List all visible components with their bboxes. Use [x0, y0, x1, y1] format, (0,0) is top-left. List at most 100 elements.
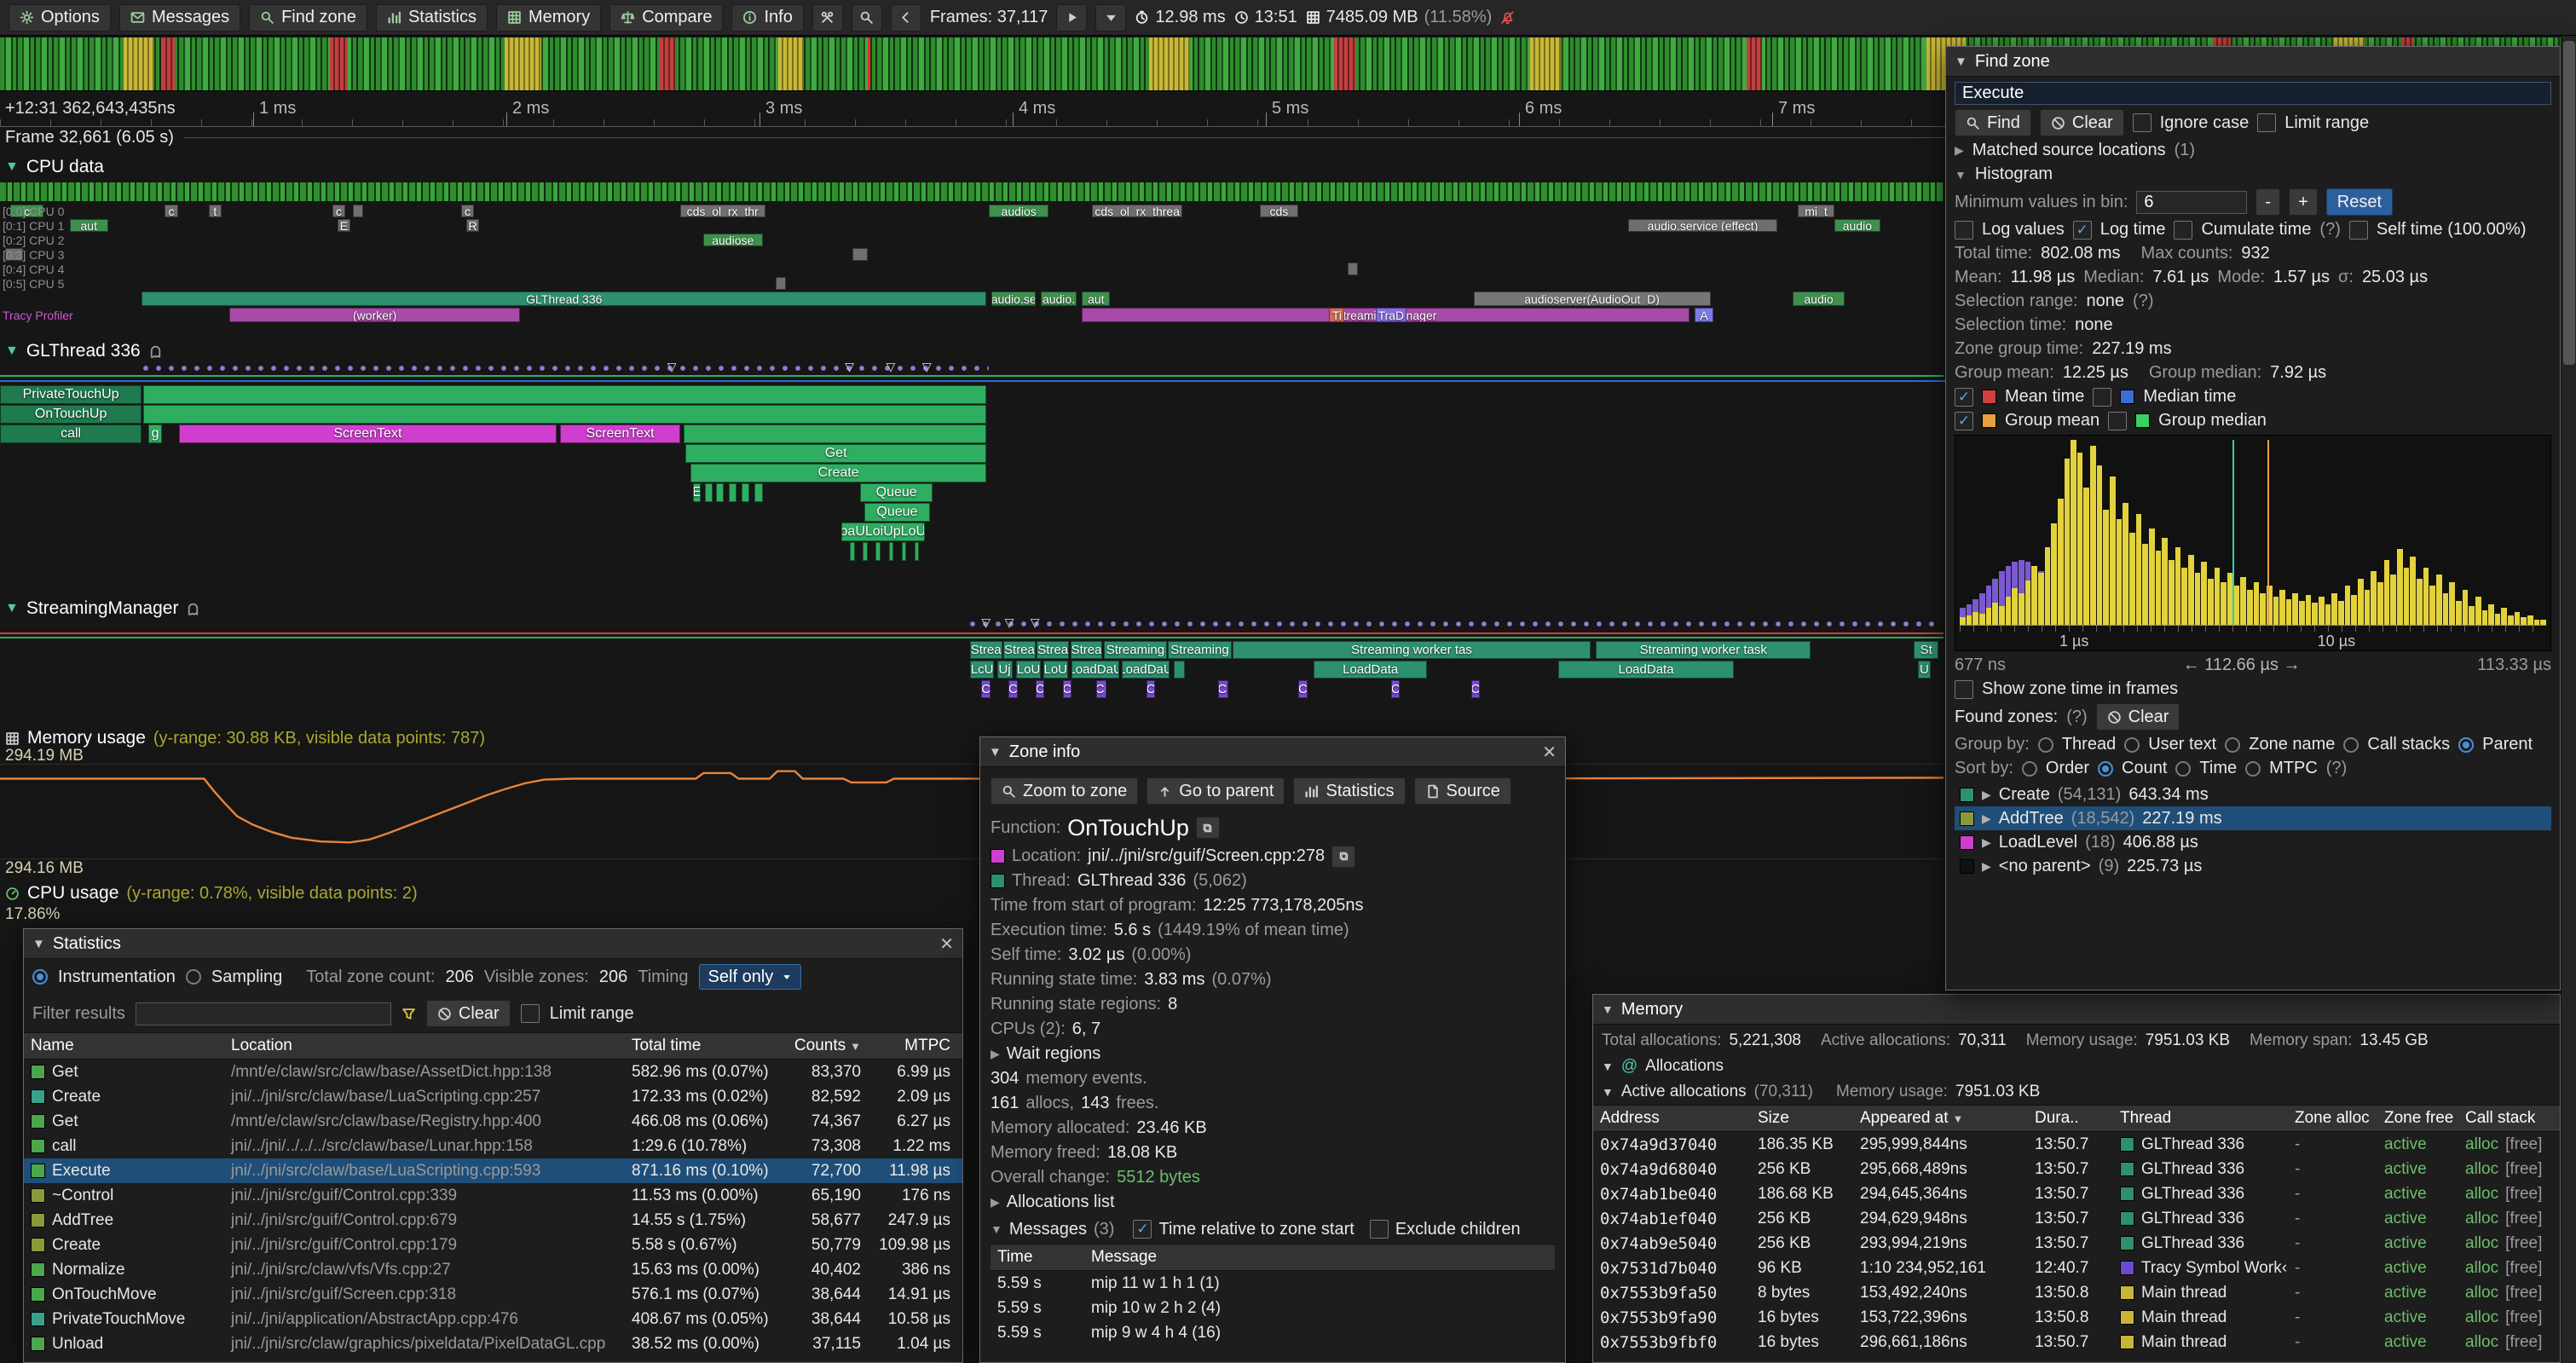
zone-bar[interactable] [852, 248, 868, 261]
zone-bar[interactable]: Streaming worker task [1596, 641, 1811, 659]
bin-minus-button[interactable]: - [2255, 188, 2280, 216]
next-frame-button[interactable] [1095, 4, 1126, 32]
frame-info-label[interactable]: Frame 32,661 (6.05 s) [5, 128, 174, 147]
column-header-location[interactable]: Location [224, 1037, 625, 1055]
group-by-radio-zone-name[interactable] [2225, 737, 2240, 753]
zone-bar[interactable]: Streaming [1168, 641, 1231, 659]
table-row[interactable]: calljni/../jni/../../../src/claw/base/Lu… [24, 1134, 962, 1158]
allocation-row[interactable]: 0x74ab1ef040256 KB294,629,948ns13:50.7GL… [1593, 1206, 2560, 1231]
free-link[interactable]: [free] [2505, 1308, 2542, 1327]
zone-bar[interactable] [863, 542, 867, 561]
zone-bar[interactable]: audio [1793, 292, 1844, 306]
expand-arrow-icon[interactable]: ▶ [1982, 788, 1991, 802]
go-to-parent-button[interactable]: Go to parent [1146, 777, 1285, 805]
collapse-arrow-icon[interactable]: ▼ [32, 937, 45, 951]
zone-bar[interactable] [684, 424, 986, 443]
help-icon[interactable]: (?) [2133, 292, 2153, 311]
min-bin-input[interactable] [2136, 191, 2247, 214]
copy-button[interactable] [1196, 817, 1220, 839]
median-time-checkbox[interactable] [2093, 388, 2111, 407]
column-header-appeared-at[interactable]: Appeared at▼ [1853, 1109, 2028, 1128]
zone-bar[interactable]: LoU [1016, 661, 1041, 679]
collapse-arrow-icon[interactable]: ▼ [989, 745, 1002, 759]
expand-arrow-icon[interactable]: ▶ [1982, 835, 1991, 850]
alloc-link[interactable]: alloc [2465, 1234, 2498, 1253]
free-link[interactable]: [free] [2505, 1135, 2542, 1154]
zone-bar[interactable]: C [981, 680, 991, 698]
sampling-radio[interactable] [186, 969, 201, 985]
sort-by-radio-order[interactable] [2022, 761, 2037, 777]
zone-bar[interactable]: LoadData [1314, 661, 1427, 679]
messages-button[interactable]: Messages [119, 4, 240, 32]
find-zone-button[interactable]: Find zone [249, 4, 367, 32]
column-header-counts[interactable]: Counts▼ [787, 1037, 868, 1055]
zone-bar[interactable]: cds [1260, 205, 1298, 217]
zone-bar[interactable]: mi_t [1798, 205, 1834, 217]
statistics-table-header[interactable]: NameLocationTotal timeCounts▼MTPC [24, 1032, 962, 1060]
memory-plot-header[interactable]: Memory usage (y-range: 30.88 KB, visible… [5, 728, 485, 748]
play-button[interactable] [1056, 4, 1087, 32]
zone-bar[interactable]: Ci [1096, 680, 1106, 698]
alloc-link[interactable]: alloc [2465, 1185, 2498, 1204]
location-path[interactable]: jni/../jni/src/guif/Screen.cpp:278 [1088, 846, 1325, 866]
expand-arrow-icon[interactable]: ▶ [1982, 859, 1991, 874]
column-header-mtpc[interactable]: MTPC [868, 1037, 957, 1055]
zone-bar[interactable]: St [1914, 641, 1938, 659]
cpu-plot-header[interactable]: CPU usage (y-range: 0.78%, visible data … [5, 883, 418, 904]
sort-by-radio-mtpc[interactable] [2245, 761, 2261, 777]
zone-bar[interactable]: g [148, 424, 163, 443]
memory-titlebar[interactable]: ▼ Memory [1593, 995, 2560, 1025]
alloc-link[interactable]: alloc [2465, 1210, 2498, 1228]
memory-table-header[interactable]: AddressSizeAppeared at▼Dura..ThreadZone … [1593, 1105, 2560, 1132]
free-link[interactable]: [free] [2505, 1284, 2542, 1302]
zone-statistics-button[interactable]: Statistics [1293, 777, 1405, 805]
found-zone-group[interactable]: ▶<no parent>(9)225.73 µs [1955, 854, 2551, 878]
zone-bar[interactable]: Streaming worker tas [1233, 641, 1591, 659]
find-clear-button[interactable]: Clear [2040, 109, 2124, 136]
zone-bar[interactable]: audio.se [991, 292, 1035, 306]
zone-bar[interactable]: Strea [1071, 641, 1103, 659]
message-row[interactable]: 5.59 smip 10 w 2 h 2 (4) [991, 1296, 1555, 1320]
allocation-row[interactable]: 0x74a9d68040256 KB295,668,489ns13:50.7GL… [1593, 1157, 2560, 1181]
zone-bar[interactable]: TraD [1376, 308, 1406, 322]
zone-bar[interactable]: E [693, 483, 701, 502]
zone-bar[interactable]: U [1918, 661, 1931, 679]
memory-usage-plot[interactable] [0, 764, 1944, 859]
ghost-zones-icon[interactable] [148, 344, 163, 359]
allocation-row[interactable]: 0x7553b9fa508 bytes153,492,240ns13:50.8M… [1593, 1280, 2560, 1305]
zone-bar[interactable]: OnTouchUp [0, 405, 142, 424]
collapse-arrow-icon[interactable]: ▼ [5, 344, 19, 359]
zone-bar[interactable]: cds_ol_rx_threa [1092, 205, 1182, 217]
zone-bar[interactable]: Strea [1003, 641, 1036, 659]
alloc-link[interactable]: alloc [2465, 1259, 2498, 1278]
free-link[interactable]: [free] [2505, 1160, 2542, 1179]
zone-bar[interactable]: ScreenText [560, 424, 680, 443]
zone-bar[interactable]: Ti [1329, 308, 1344, 322]
zone-bar[interactable]: C [1298, 680, 1308, 698]
zone-bar[interactable]: LoU [1043, 661, 1068, 679]
find-zone-titlebar[interactable]: ▼ Find zone [1946, 47, 2560, 77]
current-frame-marker[interactable] [868, 38, 870, 90]
scrollbar-thumb[interactable] [2563, 41, 2575, 365]
allocations-section-row[interactable]: ▼ @ Allocations [1602, 1054, 2551, 1079]
exclude-children-checkbox[interactable] [1370, 1220, 1389, 1239]
allocation-row[interactable]: 0x74ab1be040186.68 KB294,645,364ns13:50.… [1593, 1181, 2560, 1206]
glthread-header[interactable]: ▼ GLThread 336 [5, 341, 163, 361]
zone-bar[interactable]: Get [685, 444, 987, 463]
source-button[interactable]: Source [1414, 777, 1511, 805]
zoom-search-button[interactable] [852, 4, 882, 32]
zone-bar[interactable] [705, 483, 713, 502]
table-row[interactable]: Createjni/../jni/src/claw/base/LuaScript… [24, 1084, 962, 1109]
table-row[interactable]: Normalizejni/../jni/src/claw/vfs/Vfs.cpp… [24, 1257, 962, 1282]
zone-bar[interactable]: audioserver(AudioOut_D) [1474, 292, 1711, 306]
table-row[interactable]: PrivateTouchMovejni/../jni/application/A… [24, 1307, 962, 1331]
find-zone-query-input[interactable] [1955, 82, 2551, 105]
self-time-checkbox[interactable] [2349, 221, 2368, 240]
zone-bar[interactable] [754, 483, 762, 502]
column-header-name[interactable]: Name [24, 1037, 224, 1055]
cpu-data-header[interactable]: ▼ CPU data [5, 157, 104, 177]
zone-bar[interactable] [1174, 661, 1186, 679]
zone-bar[interactable]: PrivateTouchUp [0, 385, 142, 404]
log-time-checkbox[interactable] [2073, 221, 2092, 240]
zone-time-histogram[interactable]: 1 µs10 µs [1955, 435, 2551, 651]
